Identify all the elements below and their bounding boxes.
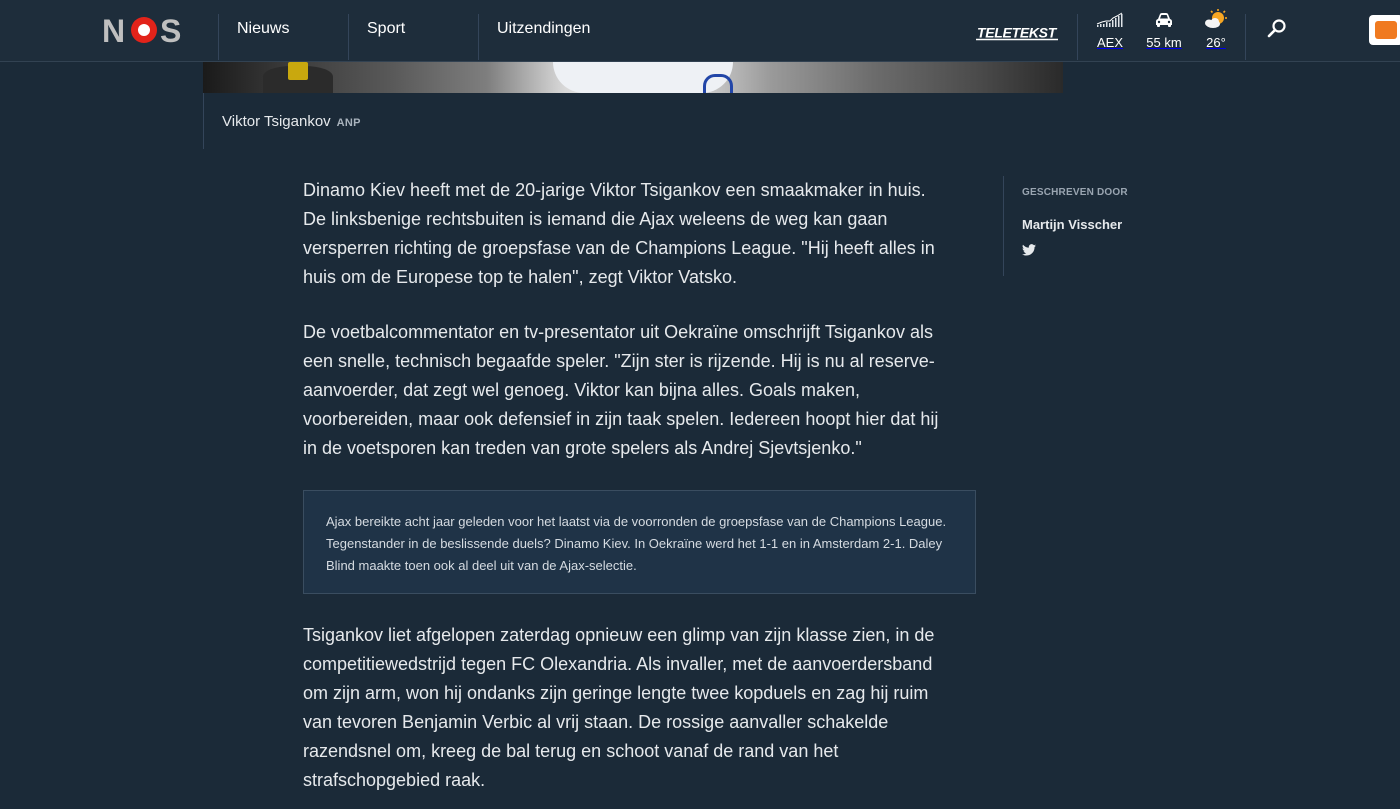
nav-item-sport[interactable]: Sport xyxy=(367,20,405,38)
nos-logo-icon: N S xyxy=(102,14,181,46)
article-photo xyxy=(203,62,1063,93)
nos-logo[interactable]: N S xyxy=(102,14,186,46)
author-divider xyxy=(1003,176,1004,276)
twitter-icon xyxy=(1022,244,1036,256)
article-paragraph: Dinamo Kiev heeft met de 20-jarige Vikto… xyxy=(303,180,935,287)
teletekst-logo-icon: TELETEKST xyxy=(976,25,1058,41)
nav-item-nieuws[interactable]: Nieuws xyxy=(237,20,289,38)
car-icon xyxy=(1139,10,1189,30)
info-box: Ajax bereikte acht jaar geleden voor het… xyxy=(303,490,976,594)
article-paragraph: Tsigankov liet afgelopen zaterdag opnieu… xyxy=(303,625,935,790)
svg-text:TELETEKST: TELETEKST xyxy=(977,25,1058,41)
nav-divider xyxy=(478,14,479,60)
nav-divider xyxy=(1245,14,1246,60)
weather-widget[interactable]: 26° xyxy=(1191,9,1241,54)
sun-cloud-icon xyxy=(1191,9,1241,30)
app-badge-icon[interactable] xyxy=(1369,15,1400,45)
photo-caption: Viktor Tsigankov ANP xyxy=(222,113,361,130)
caption-divider xyxy=(203,93,204,149)
traffic-label: 55 km xyxy=(1146,35,1182,50)
site-header: N S Nieuws Sport Uitzendingen TELETEKST xyxy=(0,0,1400,62)
search-icon xyxy=(1267,19,1286,38)
twitter-link[interactable] xyxy=(1022,243,1036,257)
caption-text: Viktor Tsigankov xyxy=(222,113,331,130)
photo-credit: ANP xyxy=(336,117,361,129)
nav-item-uitzendingen[interactable]: Uitzendingen xyxy=(497,20,590,38)
search-button[interactable] xyxy=(1266,18,1288,40)
nav-divider xyxy=(218,14,219,60)
svg-text:N: N xyxy=(102,14,125,46)
aex-widget[interactable]: AEX xyxy=(1085,10,1135,54)
author-name[interactable]: Martijn Visscher xyxy=(1022,217,1122,232)
chart-icon xyxy=(1085,10,1135,30)
article-paragraph: De voetbalcommentator en tv-presentator … xyxy=(303,322,939,458)
traffic-widget[interactable]: 55 km xyxy=(1139,10,1189,54)
aex-label: AEX xyxy=(1096,35,1123,50)
svg-text:S: S xyxy=(160,14,181,46)
teletekst-link[interactable]: TELETEKST xyxy=(976,23,1058,41)
author-label: GESCHREVEN DOOR xyxy=(1022,187,1128,198)
nav-divider xyxy=(348,14,349,60)
weather-label: 26° xyxy=(1206,35,1226,50)
nav-divider xyxy=(1077,14,1078,60)
